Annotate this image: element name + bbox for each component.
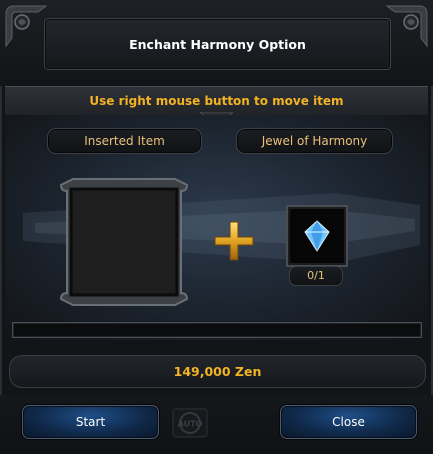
auto-icon[interactable]: AUTO (172, 408, 208, 438)
jewel-count: 0/1 (307, 269, 325, 282)
zen-cost: 149,000 Zen (173, 364, 262, 379)
title-plate: Enchant Harmony Option (44, 18, 391, 70)
inserted-item-slot[interactable] (59, 177, 189, 307)
jewel-label-plate: Jewel of Harmony (236, 128, 393, 154)
jewel-slot[interactable] (286, 205, 348, 267)
inserted-item-label: Inserted Item (84, 134, 165, 148)
zen-cost-plate: 149,000 Zen (9, 355, 426, 388)
close-button[interactable]: Close (280, 405, 417, 439)
inserted-item-label-plate: Inserted Item (47, 128, 202, 154)
corner-ornament-icon (385, 5, 428, 48)
enchant-area: Inserted Item Jewel of Harmony 0/1 (5, 115, 428, 340)
window-title: Enchant Harmony Option (129, 37, 306, 52)
enchant-progress-bar (12, 322, 422, 338)
jewel-of-harmony-label: Jewel of Harmony (261, 134, 368, 148)
close-button-label: Close (332, 415, 365, 429)
start-button-label: Start (75, 415, 106, 429)
enchant-harmony-window: Enchant Harmony Option Use right mouse b… (0, 0, 433, 454)
start-button[interactable]: Start (22, 405, 159, 439)
title-bar[interactable]: Enchant Harmony Option (0, 0, 433, 86)
plus-icon (214, 221, 254, 261)
button-bar: Start AUTO Close (0, 395, 433, 454)
corner-ornament-icon (5, 5, 48, 48)
auto-label: AUTO (178, 420, 203, 429)
instruction-text: Use right mouse button to move item (89, 94, 344, 108)
jewel-count-plate: 0/1 (289, 266, 343, 286)
jewel-of-harmony-icon (304, 220, 330, 252)
